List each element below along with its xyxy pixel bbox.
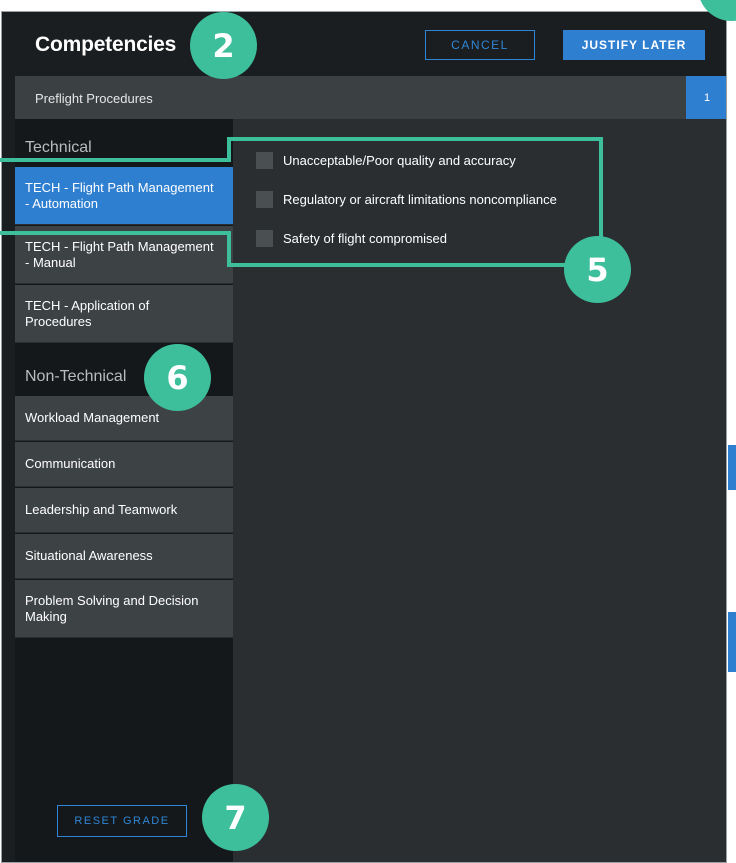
annotation-badge: 6 bbox=[144, 344, 211, 411]
procedure-label: Preflight Procedures bbox=[35, 91, 153, 106]
criterion-row[interactable]: Unacceptable/Poor quality and accuracy bbox=[256, 152, 516, 169]
criterion-checkbox[interactable] bbox=[256, 230, 273, 247]
reset-grade-button[interactable]: RESET GRADE bbox=[57, 805, 187, 837]
dialog-header: Competencies CANCEL JUSTIFY LATER bbox=[2, 12, 726, 76]
criterion-label: Safety of flight compromised bbox=[283, 231, 448, 246]
edge-accent bbox=[728, 612, 736, 672]
section-heading-non-technical: Non-Technical bbox=[25, 368, 127, 385]
sidebar-item-label: Leadership and Teamwork bbox=[25, 502, 178, 517]
procedure-count-badge: 1 bbox=[686, 76, 726, 119]
sidebar-item-application-of-procedures[interactable]: TECH - Application of Procedures bbox=[15, 285, 233, 343]
sidebar-item-situational-awareness[interactable]: Situational Awareness bbox=[15, 534, 233, 579]
justify-later-button[interactable]: JUSTIFY LATER bbox=[563, 30, 705, 60]
annotation-badge: 7 bbox=[202, 784, 269, 851]
criteria-panel: Unacceptable/Poor quality and accuracy R… bbox=[233, 119, 726, 862]
criterion-checkbox[interactable] bbox=[256, 152, 273, 169]
sidebar-item-flight-path-manual[interactable]: TECH - Flight Path Management - Manual bbox=[15, 226, 233, 284]
criterion-row[interactable]: Safety of flight compromised bbox=[256, 230, 447, 247]
sidebar-item-communication[interactable]: Communication bbox=[15, 442, 233, 487]
sidebar-item-label: Workload Management bbox=[25, 410, 160, 425]
sidebar-item-label: TECH - Application of Procedures bbox=[25, 297, 150, 329]
edge-accent bbox=[728, 445, 736, 490]
sidebar-item-label: TECH - Flight Path Management - Manual bbox=[25, 238, 214, 270]
criterion-checkbox[interactable] bbox=[256, 191, 273, 208]
procedure-bar[interactable]: Preflight Procedures 1 bbox=[15, 76, 726, 119]
sidebar-item-label: Communication bbox=[25, 456, 116, 471]
cancel-button[interactable]: CANCEL bbox=[425, 30, 535, 60]
sidebar-item-label: TECH - Flight Path Management - Automati… bbox=[25, 179, 214, 211]
criterion-label: Unacceptable/Poor quality and accuracy bbox=[283, 153, 516, 168]
annotation-badge: 2 bbox=[190, 12, 257, 79]
sidebar-item-flight-path-automation[interactable]: TECH - Flight Path Management - Automati… bbox=[15, 167, 233, 225]
sidebar-item-problem-solving[interactable]: Problem Solving and Decision Making bbox=[15, 580, 233, 638]
sidebar-item-workload-management[interactable]: Workload Management bbox=[15, 396, 233, 441]
competencies-dialog: Competencies CANCEL JUSTIFY LATER Prefli… bbox=[1, 11, 727, 863]
criterion-row[interactable]: Regulatory or aircraft limitations nonco… bbox=[256, 191, 557, 208]
criterion-label: Regulatory or aircraft limitations nonco… bbox=[283, 192, 557, 207]
sidebar-item-label: Situational Awareness bbox=[25, 548, 153, 563]
annotation-badge: 5 bbox=[564, 236, 631, 303]
section-heading-technical: Technical bbox=[25, 139, 92, 156]
sidebar-item-leadership-teamwork[interactable]: Leadership and Teamwork bbox=[15, 488, 233, 533]
competency-sidebar: Technical TECH - Flight Path Management … bbox=[15, 119, 233, 862]
dialog-title: Competencies bbox=[35, 33, 177, 56]
sidebar-item-label: Problem Solving and Decision Making bbox=[25, 592, 199, 624]
